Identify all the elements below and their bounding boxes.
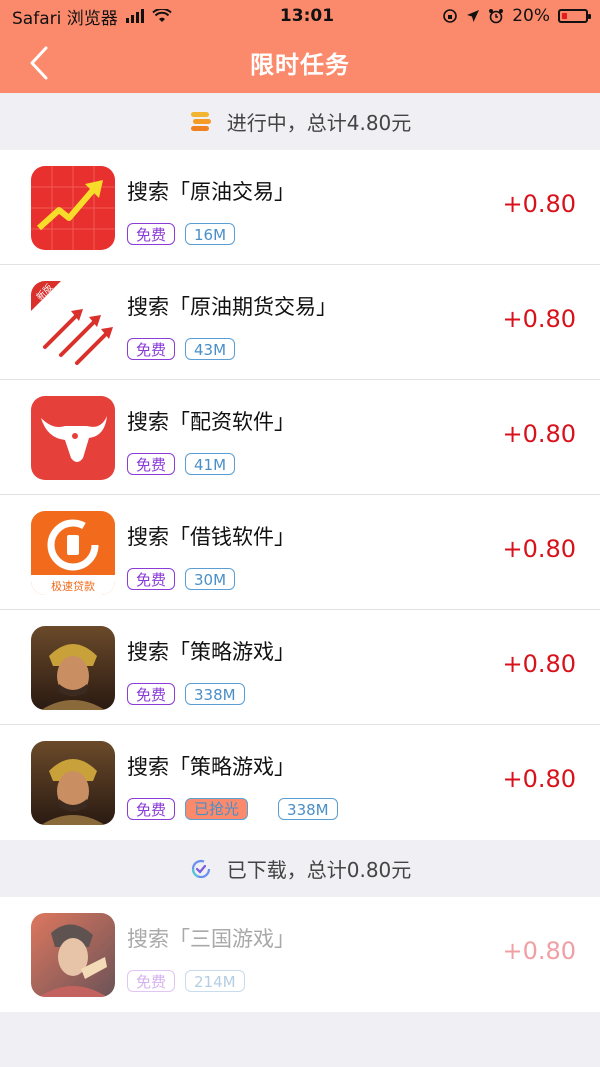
- section-label: 已下载，总计0.80元: [226, 858, 412, 882]
- reward-amount: +0.80: [502, 535, 576, 563]
- free-tag: 免费: [127, 453, 176, 475]
- status-time: 13:01: [279, 6, 335, 26]
- free-tag: 免费: [127, 568, 176, 590]
- alarm-icon: [489, 9, 504, 24]
- task-tags: 免费 214M: [127, 970, 245, 992]
- battery-percent: 20%: [512, 6, 550, 26]
- signal-icon: [125, 9, 144, 23]
- task-name: 搜索「策略游戏」: [127, 755, 295, 779]
- reward-amount: +0.80: [502, 190, 576, 218]
- size-tag: 214M: [185, 970, 245, 992]
- bottom-spacer: [0, 1012, 600, 1059]
- downloaded-task-item[interactable]: 搜索「三国游戏」 免费 214M +0.80: [0, 897, 600, 1012]
- free-tag: 免费: [127, 798, 176, 820]
- task-name: 搜索「原油交易」: [127, 180, 295, 204]
- task-tags: 免费 43M: [127, 338, 236, 360]
- back-button[interactable]: [24, 46, 54, 80]
- wifi-icon: [152, 9, 172, 22]
- rockets-icon: 新版: [31, 281, 115, 365]
- reward-amount: +0.80: [502, 937, 576, 965]
- task-tags: 免费 16M: [127, 223, 236, 245]
- stock-chart-icon: [31, 166, 115, 250]
- loan-caption: 极速贷款: [51, 579, 95, 593]
- status-right: 20%: [442, 6, 591, 26]
- task-item[interactable]: 搜索「配资软件」 免费 41M +0.80: [0, 380, 600, 495]
- size-tag: 16M: [185, 223, 236, 245]
- task-list: 搜索「原油交易」 免费 16M +0.80 新版 搜索「原油期货交易」 免费 4…: [0, 150, 600, 840]
- downloaded-list: 搜索「三国游戏」 免费 214M +0.80: [0, 897, 600, 1012]
- loan-app-icon: 极速贷款: [31, 511, 115, 595]
- chevron-left-icon: [30, 46, 48, 80]
- task-name: 搜索「三国游戏」: [127, 927, 295, 951]
- warrior-game-icon: [31, 626, 115, 710]
- size-tag: 338M: [278, 798, 338, 820]
- location-arrow-icon: [467, 10, 480, 22]
- reward-amount: +0.80: [502, 650, 576, 678]
- bull-icon: [31, 396, 115, 480]
- task-item[interactable]: 新版 搜索「原油期货交易」 免费 43M +0.80: [0, 265, 600, 380]
- carrier-label: Safari 浏览器: [12, 8, 118, 29]
- coins-stack-icon: [190, 111, 211, 131]
- size-tag: 43M: [185, 338, 236, 360]
- rotation-lock-icon: [443, 9, 458, 23]
- free-tag: 免费: [127, 223, 176, 245]
- task-name: 搜索「配资软件」: [127, 410, 295, 434]
- task-tags: 免费 30M: [127, 568, 236, 590]
- task-name: 搜索「策略游戏」: [127, 640, 295, 664]
- task-tags: 免费 41M: [127, 453, 236, 475]
- reward-amount: +0.80: [502, 305, 576, 333]
- size-tag: 338M: [185, 683, 245, 705]
- task-item[interactable]: 搜索「策略游戏」 免费 已抢光 338M +0.80: [0, 725, 600, 840]
- task-name: 搜索「原油期货交易」: [127, 295, 337, 319]
- warrior-game-icon: [31, 741, 115, 825]
- status-left: Safari 浏览器: [12, 4, 172, 29]
- task-item[interactable]: 极速贷款 搜索「借钱软件」 免费 30M +0.80: [0, 495, 600, 610]
- reward-amount: +0.80: [502, 765, 576, 793]
- page-title: 限时任务: [250, 51, 350, 79]
- size-tag: 41M: [185, 453, 236, 475]
- section-header-downloaded: 已下载，总计0.80元: [0, 840, 600, 897]
- reward-amount: +0.80: [502, 420, 576, 448]
- size-tag: 30M: [185, 568, 236, 590]
- section-header-in-progress: 进行中，总计4.80元: [0, 93, 600, 150]
- task-tags: 免费 已抢光 338M: [127, 798, 338, 820]
- refresh-check-icon: [191, 859, 210, 878]
- task-item[interactable]: 搜索「策略游戏」 免费 338M +0.80: [0, 610, 600, 725]
- nav-bar: 限时任务: [0, 32, 600, 93]
- free-tag: 免费: [127, 338, 176, 360]
- free-tag: 免费: [127, 683, 176, 705]
- sold-out-tag: 已抢光: [185, 798, 249, 820]
- section-label: 进行中，总计4.80元: [226, 111, 412, 135]
- battery-icon: [558, 9, 591, 23]
- task-name: 搜索「借钱软件」: [127, 525, 295, 549]
- free-tag: 免费: [127, 970, 176, 992]
- task-item[interactable]: 搜索「原油交易」 免费 16M +0.80: [0, 150, 600, 265]
- task-tags: 免费 338M: [127, 683, 245, 705]
- three-kingdoms-game-icon: [31, 913, 115, 997]
- status-bar: Safari 浏览器 13:01 20%: [0, 0, 600, 32]
